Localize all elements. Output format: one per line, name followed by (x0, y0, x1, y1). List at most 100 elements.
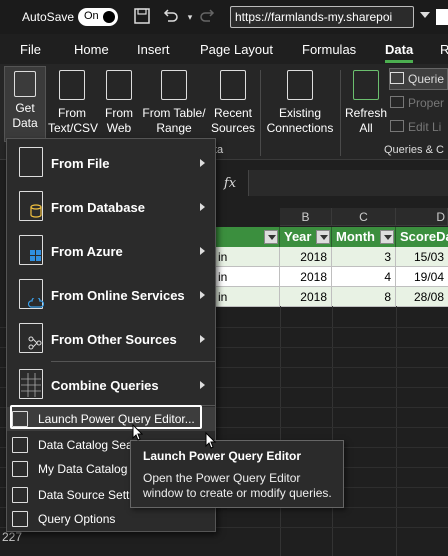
from-web-label-1: From (105, 106, 133, 120)
table-header-scoredate: ScoreDa (396, 227, 448, 247)
autosave-toggle-state: On (84, 10, 99, 22)
queries-connections-button[interactable]: Querie (390, 72, 444, 86)
menu-item-label: My Data Catalog Q (38, 462, 141, 476)
refresh-all-button[interactable]: Refresh All (344, 70, 388, 136)
undo-icon[interactable] (160, 7, 180, 27)
query-options-icon (12, 511, 28, 527)
other-sources-icon (19, 323, 43, 353)
ribbon-tabs: File Home Insert Page Layout Formulas Da… (0, 34, 448, 64)
table-cell[interactable]: 15/03 (396, 247, 448, 267)
queries-label: Querie (408, 72, 445, 86)
queries-icon (390, 72, 404, 84)
menu-item-label: Data Catalog Sear (38, 438, 137, 452)
tab-insert[interactable]: Insert (137, 42, 170, 57)
table-cell[interactable]: 2018 (280, 247, 332, 267)
ribbon-separator (260, 70, 261, 156)
tab-formulas[interactable]: Formulas (302, 42, 356, 57)
title-bar: AutoSave On ▾ https://farmlands-my.share… (0, 0, 448, 34)
column-header-c[interactable]: C (332, 208, 396, 226)
menu-item-from-database[interactable]: From Database (7, 185, 215, 229)
menu-item-from-other-sources[interactable]: From Other Sources (7, 317, 215, 361)
tab-data[interactable]: Data (385, 42, 413, 57)
filter-dropdown-icon[interactable] (316, 230, 330, 244)
from-table-label-2: Range (156, 121, 192, 135)
submenu-arrow-icon (200, 335, 205, 343)
clock-icon (220, 70, 246, 100)
file-icon (19, 147, 43, 177)
menu-item-label: Data Source Setti (38, 488, 133, 502)
submenu-arrow-icon (200, 381, 205, 389)
row-number: 227 (2, 530, 23, 544)
menu-item-from-online-services[interactable]: From Online Services (7, 273, 215, 317)
from-table-label-1: From Table/ (142, 106, 206, 120)
submenu-arrow-icon (200, 291, 205, 299)
existing-connections-button[interactable]: Existing Connections (264, 70, 336, 136)
properties-icon (390, 96, 404, 108)
mouse-cursor-icon (205, 432, 217, 449)
submenu-arrow-icon (200, 203, 205, 211)
tab-review[interactable]: R (440, 42, 448, 57)
edit-links-button[interactable]: Edit Li (390, 120, 441, 134)
table-cell[interactable]: 3 (332, 247, 396, 267)
insert-function-button[interactable]: fx (216, 174, 244, 194)
menu-item-label: From Other Sources (51, 332, 177, 347)
table-header-month: Month (332, 227, 396, 247)
url-dropdown-icon[interactable] (420, 12, 430, 18)
table-icon (161, 70, 187, 100)
database-icon (19, 191, 43, 221)
filter-icon[interactable] (264, 230, 278, 244)
ribbon-separator (340, 70, 341, 156)
menu-item-query-options[interactable]: Query Options (7, 507, 215, 531)
table-cell[interactable]: 4 (332, 267, 396, 287)
table-header-cell-a (216, 227, 280, 247)
table-header-year: Year (280, 227, 332, 247)
header-scoredate-label: ScoreDa (400, 229, 448, 244)
header-year-label: Year (284, 229, 312, 244)
group-label-queries: Queries & C (384, 144, 444, 156)
grid-line (332, 306, 333, 556)
properties-button[interactable]: Proper (390, 96, 444, 110)
save-icon[interactable] (132, 7, 152, 27)
table-cell[interactable]: in (216, 247, 280, 267)
formula-input[interactable] (248, 170, 448, 196)
redo-icon[interactable] (198, 7, 218, 27)
table-cell[interactable]: 28/08 (396, 287, 448, 307)
column-header-b[interactable]: B (280, 208, 332, 226)
from-table-range-button[interactable]: From Table/ Range (140, 70, 208, 136)
submenu-arrow-icon (200, 247, 205, 255)
from-web-button[interactable]: From Web (100, 70, 138, 136)
table-cell[interactable]: 19/04 (396, 267, 448, 287)
menu-item-from-file[interactable]: From File (7, 141, 215, 185)
get-data-button[interactable]: Get Data (4, 66, 46, 142)
table-cell[interactable]: in (216, 287, 280, 307)
properties-label: Proper (408, 96, 445, 110)
table-cell[interactable]: 2018 (280, 287, 332, 307)
tab-home[interactable]: Home (74, 42, 109, 57)
recent-sources-button[interactable]: Recent Sources (210, 70, 256, 136)
table-cell[interactable]: 8 (332, 287, 396, 307)
from-text-label-2: Text/CSV (48, 121, 99, 135)
header-month-label: Month (336, 229, 375, 244)
url-box[interactable]: https://farmlands-my.sharepoi (230, 6, 414, 28)
menu-item-combine-queries[interactable]: Combine Queries (7, 363, 215, 407)
combine-queries-icon (19, 369, 43, 399)
my-catalog-icon (12, 461, 28, 477)
sort-filter-icon[interactable] (380, 230, 394, 244)
tooltip-title: Launch Power Query Editor (143, 449, 302, 463)
tab-page-layout[interactable]: Page Layout (200, 42, 273, 57)
from-text-label-1: From (58, 106, 86, 120)
menu-item-label: Query Options (38, 512, 116, 526)
cloud-icon (19, 279, 44, 309)
column-header-d[interactable]: D (396, 208, 448, 226)
from-text-csv-button[interactable]: From Text/CSV (48, 70, 99, 136)
tooltip: Launch Power Query Editor Open the Power… (130, 440, 344, 508)
existing-label-2: Connections (266, 121, 334, 135)
menu-item-from-azure[interactable]: From Azure (7, 229, 215, 273)
autosave-toggle[interactable]: On (78, 8, 118, 26)
get-data-label-2: Data (12, 116, 38, 130)
undo-dropdown-icon[interactable]: ▾ (180, 7, 200, 27)
table-cell[interactable]: 2018 (280, 267, 332, 287)
active-tab-indicator (385, 60, 413, 63)
tab-file[interactable]: File (20, 42, 41, 57)
table-cell[interactable]: in (216, 267, 280, 287)
